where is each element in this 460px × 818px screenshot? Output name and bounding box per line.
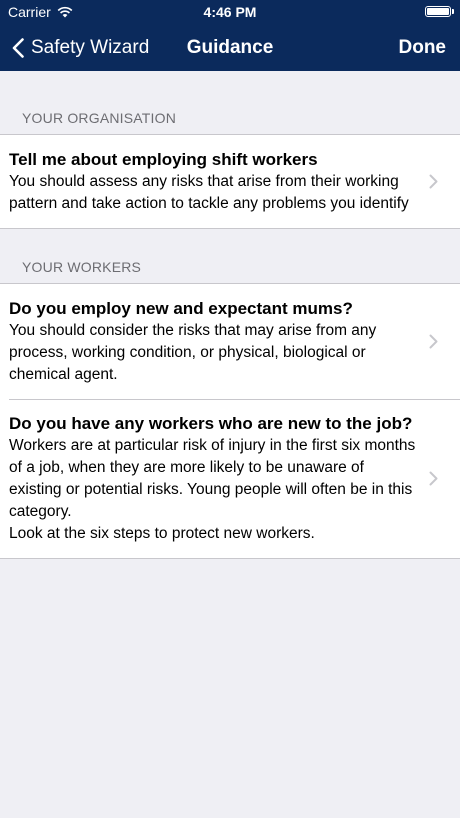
section-workers: Do you employ new and expectant mums? Yo… <box>0 283 460 559</box>
list-item-description: Workers are at particular risk of injury… <box>9 437 416 542</box>
list-item-new-workers[interactable]: Do you have any workers who are new to t… <box>0 399 460 558</box>
battery-icon <box>425 6 454 17</box>
status-bar: Carrier 4:46 PM <box>0 0 460 24</box>
chevron-right-icon <box>429 471 438 485</box>
chevron-left-icon <box>12 37 24 58</box>
list-item-shift-workers[interactable]: Tell me about employing shift workers Yo… <box>0 135 460 228</box>
back-button[interactable]: Safety Wizard <box>12 24 149 71</box>
list-item-description: You should assess any risks that arise f… <box>9 173 409 212</box>
navigation-bar: Carrier 4:46 PM Safety Wizard Guidance D… <box>0 0 460 71</box>
chevron-right-icon <box>429 334 438 348</box>
chevron-right-icon <box>429 174 438 188</box>
back-button-label: Safety Wizard <box>31 36 150 58</box>
done-button[interactable]: Done <box>399 24 447 71</box>
list-item-description: You should consider the risks that may a… <box>9 322 377 383</box>
section-header-workers: YOUR WORKERS <box>22 259 142 275</box>
list-item-expectant-mums[interactable]: Do you employ new and expectant mums? Yo… <box>0 284 460 399</box>
list-item-title: Tell me about employing shift workers <box>9 150 318 169</box>
guidance-list: YOUR ORGANISATION Tell me about employin… <box>0 71 460 559</box>
list-item-title: Do you employ new and expectant mums? <box>9 299 353 318</box>
section-organisation: Tell me about employing shift workers Yo… <box>0 134 460 229</box>
list-item-title: Do you have any workers who are new to t… <box>9 414 413 433</box>
section-header-organisation: YOUR ORGANISATION <box>22 110 177 126</box>
clock: 4:46 PM <box>203 4 257 20</box>
